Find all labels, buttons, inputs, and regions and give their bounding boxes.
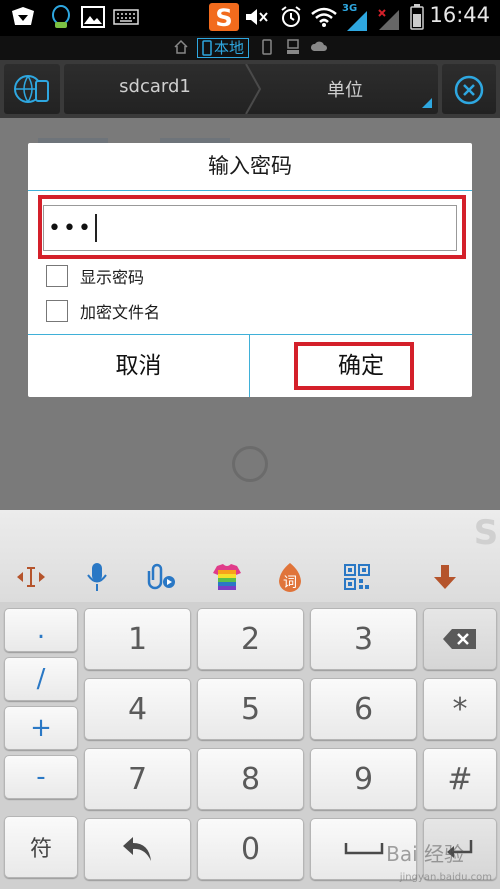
cancel-button[interactable]: 取消 xyxy=(28,335,249,397)
qrcode-icon[interactable] xyxy=(340,560,374,594)
key-undo[interactable] xyxy=(84,818,191,880)
skin-icon[interactable] xyxy=(210,560,244,594)
path-separator-icon xyxy=(245,64,262,114)
home-icon[interactable] xyxy=(173,39,189,59)
key-9[interactable]: 9 xyxy=(310,748,417,810)
key-dot[interactable]: . xyxy=(4,608,78,652)
cursor-move-icon[interactable] xyxy=(14,560,48,594)
encrypt-filename-option[interactable]: 加密文件名 xyxy=(46,299,160,323)
key-5[interactable]: 5 xyxy=(197,678,304,740)
show-password-label: 显示密码 xyxy=(80,268,145,287)
file-toolbar: sdcard1 单位 xyxy=(0,60,500,118)
dialog-title-divider xyxy=(28,190,472,191)
dialog-title: 输入密码 xyxy=(208,154,292,178)
watermark-url: jingyan.baidu.com xyxy=(399,872,492,883)
key-plus[interactable]: + xyxy=(4,706,78,750)
svg-text:S: S xyxy=(474,513,499,550)
key-7[interactable]: 7 xyxy=(84,748,191,810)
numeric-keyboard: S 词 . / + - 符 1 2 3 4 5 6 7 8 9 0 * # Ba… xyxy=(0,510,500,889)
svg-text:S: S xyxy=(215,4,232,32)
hide-keyboard-icon[interactable] xyxy=(428,560,462,594)
password-value: ••• xyxy=(48,215,93,241)
dropdown-corner-icon xyxy=(422,98,432,108)
key-4[interactable]: 4 xyxy=(84,678,191,740)
key-backspace[interactable] xyxy=(423,608,497,670)
notification-app-icon xyxy=(8,4,38,30)
loading-spinner-icon xyxy=(232,446,268,482)
path-crumb-sdcard[interactable]: sdcard1 xyxy=(70,76,240,97)
battery-icon xyxy=(408,4,426,30)
signal-off-icon xyxy=(376,6,402,32)
key-hash[interactable]: # xyxy=(423,748,497,810)
keyboard-icon xyxy=(112,4,140,30)
computer-icon[interactable] xyxy=(286,39,300,59)
image-icon xyxy=(80,4,106,30)
alarm-icon xyxy=(278,4,304,30)
cloud-icon[interactable] xyxy=(310,39,328,57)
key-asterisk[interactable]: * xyxy=(423,678,497,740)
attach-icon[interactable] xyxy=(144,560,178,594)
key-3[interactable]: 3 xyxy=(310,608,417,670)
key-minus[interactable]: - xyxy=(4,755,78,799)
undo-icon xyxy=(122,837,151,861)
keyboard-toolbar: S 词 xyxy=(0,510,500,602)
key-symbols[interactable]: 符 xyxy=(4,816,78,878)
local-storage-tab[interactable]: 本地 xyxy=(197,38,250,58)
close-button[interactable] xyxy=(442,64,496,114)
backspace-icon xyxy=(443,629,476,649)
device-icon[interactable] xyxy=(262,39,272,59)
window-switch-icon xyxy=(14,75,49,103)
watermark: Bai 经验 xyxy=(386,842,464,866)
signal-icon xyxy=(344,8,370,34)
word-icon[interactable]: 词 xyxy=(273,560,307,594)
wifi-icon xyxy=(310,4,338,30)
microphone-icon[interactable] xyxy=(80,560,114,594)
key-1[interactable]: 1 xyxy=(84,608,191,670)
key-slash[interactable]: / xyxy=(4,657,78,701)
mute-icon xyxy=(244,4,270,30)
encrypt-filename-label: 加密文件名 xyxy=(80,303,161,322)
key-0[interactable]: 0 xyxy=(197,818,304,880)
key-8[interactable]: 8 xyxy=(197,748,304,810)
location-bar: 本地 xyxy=(0,36,500,60)
path-crumb-unit[interactable]: 单位 xyxy=(270,76,420,102)
local-storage-label: 本地 xyxy=(214,39,245,57)
window-switch-button[interactable] xyxy=(4,64,60,114)
confirm-button-highlight xyxy=(294,342,414,390)
status-bar: S 3G 16:44 xyxy=(0,0,500,36)
sogou-icon: S xyxy=(208,2,240,32)
word-icon-label: 词 xyxy=(283,575,297,591)
qq-icon xyxy=(48,4,74,30)
password-dialog: 输入密码 ••• 显示密码 加密文件名 取消 确定 xyxy=(28,143,472,397)
key-6[interactable]: 6 xyxy=(310,678,417,740)
key-2[interactable]: 2 xyxy=(197,608,304,670)
status-time: 16:44 xyxy=(429,3,490,27)
password-input[interactable]: ••• xyxy=(43,205,457,251)
encrypt-filename-checkbox[interactable] xyxy=(46,300,68,322)
text-caret xyxy=(94,214,97,242)
show-password-checkbox[interactable] xyxy=(46,265,68,287)
phone-icon xyxy=(202,40,212,56)
close-circle-icon xyxy=(454,75,484,105)
space-icon xyxy=(344,843,383,855)
sogou-corner-logo-icon: S xyxy=(474,513,499,550)
show-password-option[interactable]: 显示密码 xyxy=(46,264,144,288)
